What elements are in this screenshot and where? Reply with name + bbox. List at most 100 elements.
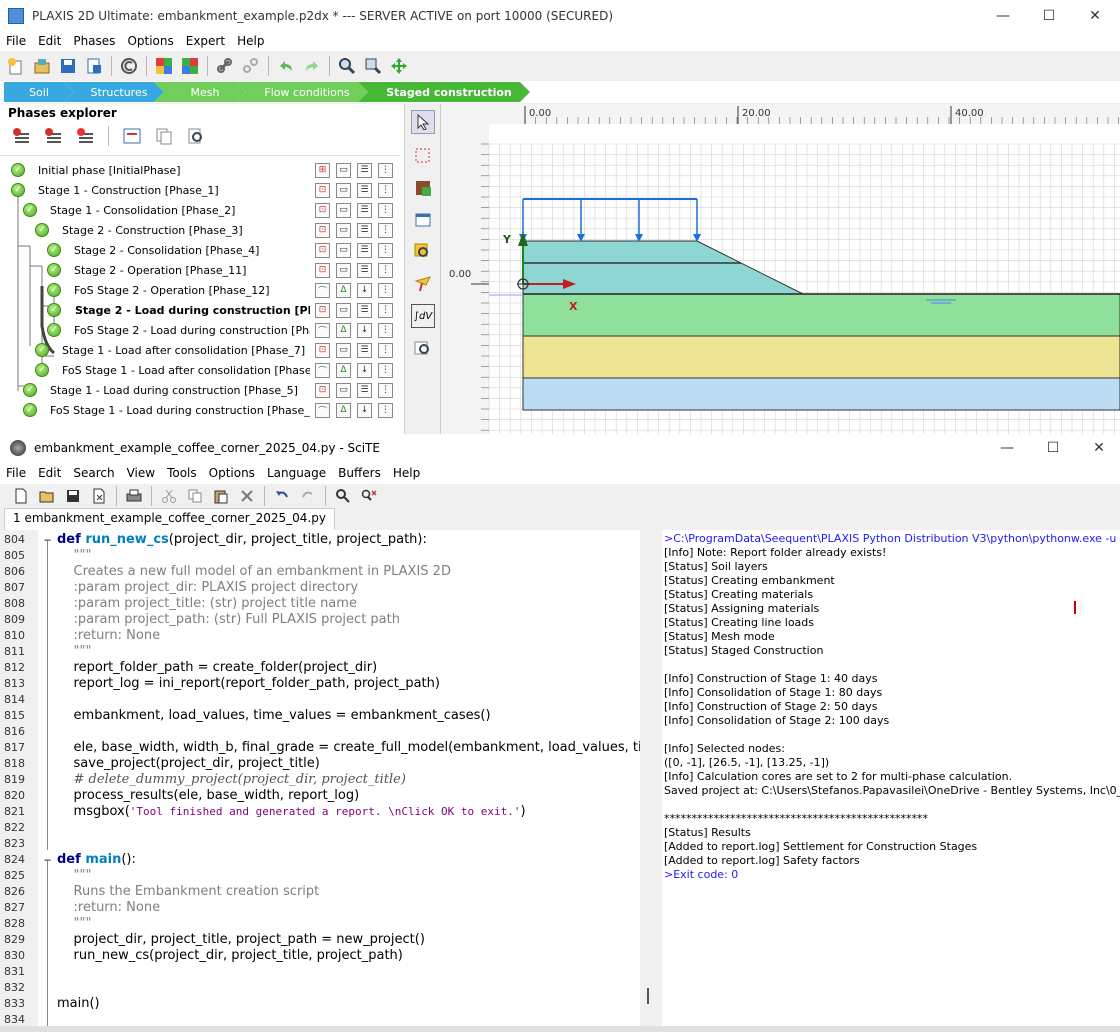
calc-type-icon[interactable]: ⌒ [315,282,330,298]
scite-menu-options[interactable]: Options [203,466,261,480]
phase-options-icon[interactable]: ⋮ [378,302,393,318]
export-geometry-icon[interactable] [179,55,201,77]
phase-row[interactable]: ✓ Stage 1 - Consolidation [Phase_2] ⊡ ▭ ☰ ⋮ [0,200,400,220]
phase-options-icon[interactable]: ⋮ [378,282,393,298]
pin-icon[interactable] [411,272,435,296]
phase-row[interactable]: ✓ FoS Stage 2 - Operation [Phase_12] ⌒ Δ ↓ ⋮ [0,280,400,300]
menu-edit[interactable]: Edit [32,34,67,48]
new-project-icon[interactable] [5,55,27,77]
pore-pressure-icon[interactable]: ☰ [357,302,372,318]
undo-edit-icon[interactable] [271,485,293,507]
report-icon[interactable] [83,55,105,77]
scite-menu-search[interactable]: Search [67,466,120,480]
pore-pressure-icon[interactable]: ☰ [357,182,372,198]
tab-flow-conditions[interactable]: Flow conditions [236,82,368,102]
pore-pressure-icon[interactable]: ☰ [357,162,372,178]
scite-close-button[interactable]: ✕ [1076,434,1120,462]
phase-options-icon[interactable]: ⋮ [378,262,393,278]
pore-pressure-icon[interactable]: ☰ [357,262,372,278]
pane-splitter[interactable] [640,530,662,1026]
phase-row[interactable]: ✓ Stage 2 - Construction [Phase_3] ⊡ ▭ ☰ ⋮ [0,220,400,240]
save-icon[interactable] [57,55,79,77]
calc-type-icon[interactable]: ⌒ [315,322,330,338]
loading-type-icon[interactable]: ▭ [336,222,351,238]
copy-phase-icon[interactable] [153,125,175,147]
scite-menu-tools[interactable]: Tools [161,466,203,480]
phase-row[interactable]: ✓ FoS Stage 2 - Load during construction … [0,320,400,340]
tab-structures[interactable]: Structures [64,82,164,102]
phase-row[interactable]: ✓ FoS Stage 1 - Load during construction … [0,400,400,420]
phase-row[interactable]: ✓ Stage 1 - Construction [Phase_1] ⊡ ▭ ☰ ⋮ [0,180,400,200]
delete-icon[interactable] [236,485,258,507]
pore-pressure-icon[interactable]: ☰ [357,382,372,398]
menu-options[interactable]: Options [121,34,179,48]
undo-icon[interactable] [275,55,297,77]
pore-pressure-icon[interactable]: ↓ [357,282,372,298]
zoom-area-icon[interactable] [411,240,435,264]
phase-options-icon[interactable]: ⋮ [378,202,393,218]
calc-type-icon[interactable]: ⊡ [315,182,330,198]
open-project-icon[interactable] [31,55,53,77]
paste-icon[interactable] [210,485,232,507]
model-canvas[interactable]: 0.00 20.00 40.00 0.00 Y X [441,104,1120,434]
calc-type-icon[interactable]: ⊡ [315,242,330,258]
phase-options-icon[interactable]: ⋮ [378,362,393,378]
table-icon[interactable] [411,208,435,232]
loading-type-icon[interactable]: Δ [336,282,351,298]
select-cursor-icon[interactable] [411,110,435,134]
scite-menu-file[interactable]: File [0,466,32,480]
redo-icon[interactable] [301,55,323,77]
pore-pressure-icon[interactable]: ☰ [357,222,372,238]
phase-options-icon[interactable]: ⋮ [378,322,393,338]
loading-type-icon[interactable]: ▭ [336,262,351,278]
import-geometry-icon[interactable] [153,55,175,77]
multi-select-icon[interactable] [411,144,435,168]
function-icon[interactable]: ∫dV [411,304,435,328]
zoom-in-icon[interactable] [336,55,358,77]
fold-marker-icon[interactable]: − [44,532,51,548]
menu-help[interactable]: Help [231,34,270,48]
loading-type-icon[interactable]: ▭ [336,242,351,258]
maximize-button[interactable]: ☐ [1026,0,1072,31]
close-file-icon[interactable] [88,485,110,507]
scite-menu-help[interactable]: Help [387,466,426,480]
phase-row[interactable]: ✓ Stage 1 - Load after consolidation [Pha… [0,340,400,360]
calc-type-icon[interactable]: ⌒ [315,362,330,378]
calc-type-icon[interactable]: ⊡ [315,382,330,398]
pore-pressure-icon[interactable]: ↓ [357,322,372,338]
save-file-icon[interactable] [62,485,84,507]
find-icon[interactable] [332,485,354,507]
tab-file[interactable]: 1 embankment_example_coffee_corner_2025_… [4,508,335,530]
pan-icon[interactable] [388,55,410,77]
scite-menu-buffers[interactable]: Buffers [332,466,387,480]
open-file-icon[interactable] [36,485,58,507]
calc-type-icon[interactable]: ⌒ [315,402,330,418]
insert-phase-icon[interactable] [42,125,64,147]
scite-menu-edit[interactable]: Edit [32,466,67,480]
fold-marker-icon[interactable]: − [44,852,51,868]
delete-phase-icon[interactable] [74,125,96,147]
loading-type-icon[interactable]: ▭ [336,382,351,398]
curve-zoom-icon[interactable] [411,336,435,360]
calc-type-icon[interactable]: ⊡ [315,222,330,238]
loading-type-icon[interactable]: ▭ [336,342,351,358]
phase-row[interactable]: ✓ Stage 1 - Load during construction [Pha… [0,380,400,400]
calc-type-icon[interactable]: ⊞ [315,162,330,178]
tab-staged-construction[interactable]: Staged construction [358,82,530,102]
redo-edit-icon[interactable] [297,485,319,507]
scite-minimize-button[interactable]: — [984,434,1030,462]
phase-options-icon[interactable]: ⋮ [378,242,393,258]
menu-phases[interactable]: Phases [67,34,121,48]
phase-row[interactable]: ✓ FoS Stage 1 - Load after consolidation … [0,360,400,380]
calc-type-icon[interactable]: ⊡ [315,262,330,278]
loading-type-icon[interactable]: Δ [336,402,351,418]
pore-pressure-icon[interactable]: ↓ [357,402,372,418]
phase-options-icon[interactable]: ⋮ [378,182,393,198]
phase-row[interactable]: ✓ Initial phase [InitialPhase] ⊞ ▭ ☰ ⋮ [0,160,400,180]
minimize-button[interactable]: — [980,0,1026,31]
calc-type-icon[interactable]: ⊡ [315,342,330,358]
phase-row[interactable]: ✓ Stage 2 - Load during construction [Pha… [0,300,400,320]
add-phase-icon[interactable] [10,125,32,147]
phase-options-icon[interactable]: ⋮ [378,382,393,398]
phase-options-icon[interactable]: ⋮ [378,402,393,418]
